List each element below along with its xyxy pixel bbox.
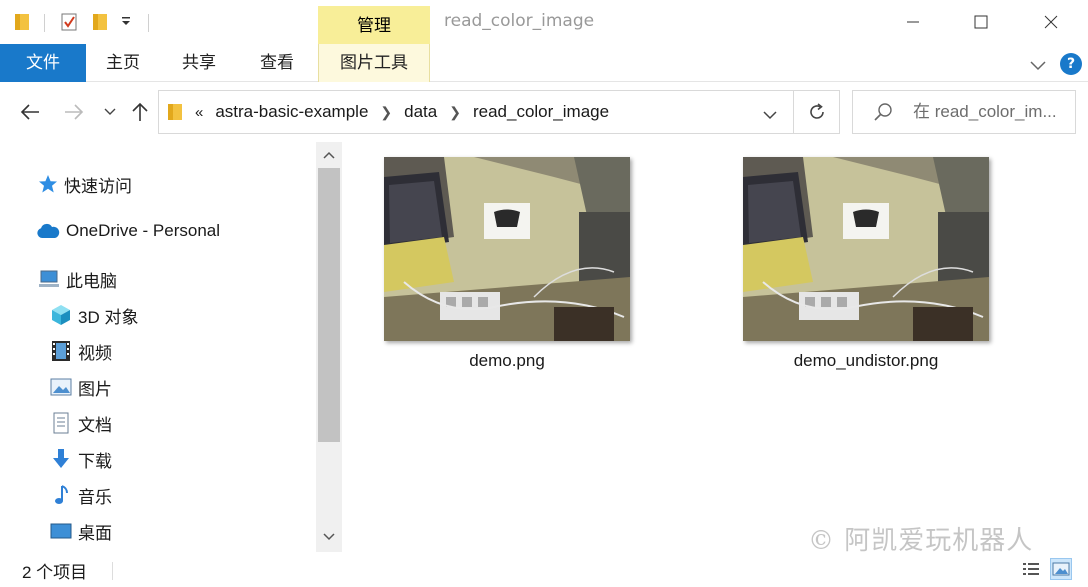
- folder-icon[interactable]: [14, 12, 30, 32]
- title-bar: 管理 read_color_image: [0, 0, 1088, 44]
- film-icon: [50, 340, 72, 362]
- context-tab-manage[interactable]: 管理: [318, 6, 430, 44]
- breadcrumb-item[interactable]: read_color_image: [473, 102, 609, 122]
- chevron-right-icon[interactable]: ❯: [449, 104, 461, 121]
- minimize-icon: [907, 21, 919, 23]
- status-bar: 2 个项目: [0, 552, 1088, 587]
- download-icon: [50, 448, 72, 470]
- ribbon-tabs: 文件 主页 共享 查看 图片工具 ?: [0, 44, 1088, 82]
- nav-label: 文档: [78, 415, 112, 435]
- search-icon: [873, 102, 893, 126]
- recent-locations-button[interactable]: [96, 98, 124, 126]
- folder-icon: [167, 102, 183, 122]
- scroll-up-button[interactable]: [316, 142, 342, 168]
- nav-item-quick-access[interactable]: 快速访问: [38, 169, 132, 199]
- chevron-up-icon: [323, 151, 335, 159]
- nav-item-music[interactable]: 音乐: [50, 480, 112, 510]
- up-button[interactable]: [126, 98, 154, 126]
- picture-icon: [50, 376, 72, 398]
- address-bar[interactable]: « astra-basic-example ❯ data ❯ read_colo…: [158, 90, 794, 134]
- nav-item-onedrive[interactable]: OneDrive - Personal: [36, 216, 220, 246]
- large-icons-view-icon: [1052, 562, 1070, 576]
- computer-icon: [38, 268, 60, 290]
- breadcrumb: « astra-basic-example ❯ data ❯ read_colo…: [195, 91, 609, 133]
- refresh-button[interactable]: [794, 90, 840, 134]
- tab-file[interactable]: 文件: [0, 44, 86, 82]
- nav-item-3d-objects[interactable]: 3D 对象: [50, 300, 138, 330]
- up-arrow-icon: [132, 102, 148, 121]
- nav-item-pictures[interactable]: 图片: [50, 372, 112, 402]
- window-title: read_color_image: [444, 11, 595, 31]
- scrollbar-thumb[interactable]: [318, 168, 340, 442]
- search-input[interactable]: 在 read_color_im...: [913, 91, 1057, 133]
- thumbnail-image: [384, 157, 630, 341]
- nav-label: 3D 对象: [78, 307, 139, 327]
- file-name: demo_undistor.png: [793, 351, 939, 370]
- cloud-icon: [36, 220, 60, 242]
- search-box[interactable]: 在 read_color_im...: [852, 90, 1076, 134]
- nav-pane-scrollbar[interactable]: [316, 142, 342, 552]
- address-history-icon[interactable]: [763, 105, 777, 124]
- breadcrumb-item[interactable]: data: [404, 102, 437, 122]
- forward-arrow-icon: [65, 104, 84, 120]
- chevron-right-icon[interactable]: ❯: [380, 104, 392, 121]
- chevron-down-icon: [323, 533, 335, 541]
- toolbar-divider: [148, 14, 149, 32]
- details-view-button[interactable]: [1020, 558, 1042, 580]
- nav-label: 视频: [78, 343, 112, 363]
- maximize-icon: [974, 15, 988, 29]
- details-view-icon: [1023, 563, 1039, 575]
- nav-item-documents[interactable]: 文档: [50, 408, 112, 438]
- nav-label: OneDrive - Personal: [66, 221, 221, 240]
- back-button[interactable]: [16, 98, 44, 126]
- scroll-down-button[interactable]: [316, 524, 342, 550]
- help-icon[interactable]: ?: [1060, 53, 1082, 75]
- nav-item-videos[interactable]: 视频: [50, 336, 112, 366]
- properties-icon[interactable]: [60, 12, 78, 32]
- new-folder-icon[interactable]: [92, 12, 108, 32]
- breadcrumb-overflow[interactable]: «: [195, 104, 203, 121]
- nav-item-desktop[interactable]: 桌面: [50, 516, 112, 546]
- file-list: demo.png demo_undistor.png: [342, 142, 1088, 552]
- back-arrow-icon: [20, 104, 39, 120]
- nav-label: 图片: [78, 379, 112, 399]
- file-item[interactable]: demo_undistor.png: [736, 157, 996, 371]
- nav-item-this-pc[interactable]: 此电脑: [38, 264, 117, 294]
- large-icons-view-button[interactable]: [1050, 558, 1072, 580]
- breadcrumb-item[interactable]: astra-basic-example: [215, 102, 368, 122]
- address-row: « astra-basic-example ❯ data ❯ read_colo…: [0, 82, 1088, 142]
- status-divider: [112, 562, 113, 580]
- tab-share[interactable]: 共享: [170, 44, 228, 82]
- tab-view[interactable]: 查看: [248, 44, 306, 82]
- nav-label: 音乐: [78, 487, 112, 507]
- forward-button[interactable]: [60, 98, 88, 126]
- navigation-pane: 快速访问 OneDrive - Personal 此电脑 3D 对象 视频 图片: [0, 142, 316, 552]
- tab-picture-tools[interactable]: 图片工具: [318, 44, 430, 82]
- file-item[interactable]: demo.png: [377, 157, 637, 371]
- expand-ribbon-icon[interactable]: [1030, 56, 1046, 75]
- nav-label: 桌面: [78, 523, 112, 543]
- close-icon: [1044, 15, 1058, 29]
- thumbnail-image: [743, 157, 989, 341]
- nav-label: 下载: [78, 451, 112, 471]
- file-name: demo.png: [469, 351, 545, 370]
- maximize-button[interactable]: [946, 0, 1016, 44]
- customize-toolbar-icon[interactable]: [120, 14, 132, 31]
- minimize-button[interactable]: [878, 0, 948, 44]
- document-icon: [50, 412, 72, 434]
- desktop-icon: [50, 520, 72, 542]
- music-icon: [50, 484, 72, 506]
- close-button[interactable]: [1016, 0, 1086, 44]
- tab-home[interactable]: 主页: [94, 44, 152, 82]
- cube-icon: [50, 304, 72, 326]
- nav-label: 快速访问: [64, 176, 132, 196]
- item-count: 2 个项目: [22, 563, 88, 582]
- nav-label: 此电脑: [66, 271, 117, 291]
- chevron-down-icon: [104, 108, 116, 115]
- toolbar-divider: [44, 14, 45, 32]
- star-icon: [38, 173, 58, 195]
- nav-item-downloads[interactable]: 下载: [50, 444, 112, 474]
- refresh-icon: [809, 103, 824, 119]
